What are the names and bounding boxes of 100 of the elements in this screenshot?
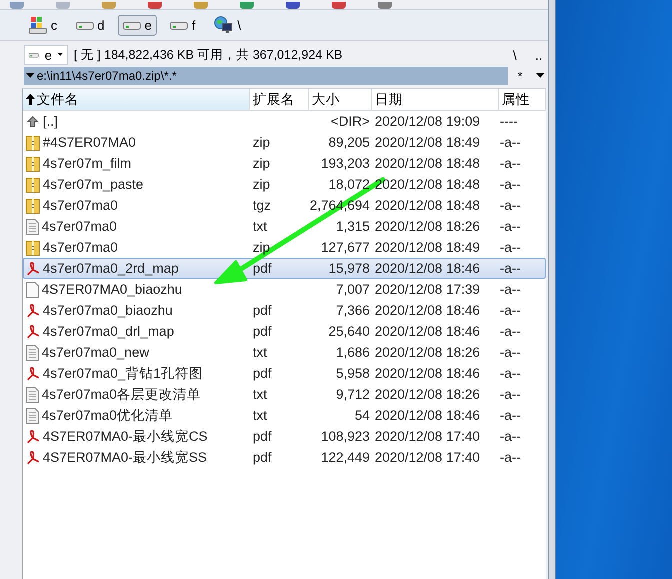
file-row[interactable]: 4s7er07m_film zip 193,203 2020/12/08 18:48 -a--: [23, 153, 546, 174]
file-date: 2020/12/08 17:40: [375, 450, 480, 465]
file-date: 2020/12/08 18:46: [375, 324, 480, 339]
column-header[interactable]: 扩展名: [250, 89, 309, 110]
file-name: 4s7er07ma0_new: [42, 345, 150, 360]
file-size: <DIR>: [330, 114, 370, 129]
file-extension: zip: [253, 240, 270, 255]
drive-icon: [122, 20, 141, 30]
file-size: 5,958: [336, 366, 370, 381]
file-name: 4s7er07ma0各层更改清单: [42, 386, 202, 404]
file-row[interactable]: 4s7er07ma0_biaozhu pdf 7,366 2020/12/08 18:46 -a--: [23, 300, 546, 321]
file-attributes: -a--: [500, 450, 521, 465]
file-extension: pdf: [253, 366, 272, 381]
drive-button[interactable]: f: [164, 14, 201, 36]
dropdown-caret-icon[interactable]: [536, 73, 545, 79]
pdf-icon: [26, 366, 40, 380]
text-file-icon: [26, 344, 39, 360]
file-row[interactable]: 4s7er07ma0_new txt 1,686 2020/12/08 18:26 -a--: [23, 342, 546, 363]
network-globe-icon: [214, 16, 234, 34]
file-attributes: -a--: [500, 240, 521, 255]
file-extension: pdf: [253, 450, 272, 465]
blank-file-icon: [26, 282, 39, 298]
file-row[interactable]: [..] <DIR> 2020/12/08 19:09 ----: [23, 111, 546, 132]
file-attributes: -a--: [500, 261, 521, 276]
column-header[interactable]: 文件名: [23, 89, 250, 110]
file-size: 122,449: [321, 450, 370, 465]
file-size: 18,072: [328, 177, 370, 192]
toolbar-icon[interactable]: [378, 2, 392, 9]
archive-icon: [26, 198, 40, 214]
file-attributes: ----: [500, 114, 518, 129]
file-attributes: -a--: [500, 177, 521, 192]
drive-button[interactable]: d: [70, 14, 110, 36]
file-date: 2020/12/08 18:49: [375, 240, 480, 255]
file-date: 2020/12/08 18:49: [375, 135, 480, 150]
toolbar-icon[interactable]: [148, 2, 162, 9]
dropdown-caret-icon: [58, 52, 63, 58]
file-size: 15,978: [328, 261, 370, 276]
file-row[interactable]: 4s7er07ma0_drl_map pdf 25,640 2020/12/08 18:46 -a--: [23, 321, 546, 342]
archive-icon: [26, 240, 40, 256]
file-attributes: -a--: [500, 429, 521, 444]
file-attributes: -a--: [500, 282, 521, 297]
file-name: 4s7er07ma0_drl_map: [43, 324, 174, 339]
file-size: 9,712: [336, 387, 370, 402]
file-attributes: -a--: [500, 219, 521, 234]
drive-button[interactable]: \: [208, 13, 246, 37]
filter-button[interactable]: *: [511, 68, 530, 84]
file-name: 4s7er07ma0: [43, 240, 118, 255]
file-extension: zip: [253, 156, 270, 171]
file-size: 7,007: [336, 282, 370, 297]
drive-icon: [76, 20, 94, 30]
file-date: 2020/12/08 18:46: [375, 303, 480, 318]
file-extension: tgz: [253, 198, 272, 213]
pdf-icon: [26, 262, 40, 276]
file-extension: pdf: [253, 303, 272, 318]
nav-button[interactable]: \: [506, 48, 524, 62]
file-extension: zip: [253, 135, 270, 150]
file-size: 25,640: [328, 324, 370, 339]
file-attributes: -a--: [500, 324, 521, 339]
file-row[interactable]: 4s7er07ma0_2rd_map pdf 15,978 2020/12/08 18:46 -a--: [23, 258, 546, 279]
file-row[interactable]: 4s7er07ma0 txt 1,315 2020/12/08 18:26 -a--: [23, 216, 546, 237]
file-row[interactable]: 4S7ER07MA0_biaozhu 7,007 2020/12/08 17:39 -a--: [23, 279, 546, 300]
toolbar-icon[interactable]: [332, 2, 346, 9]
file-size: 7,366: [336, 303, 370, 318]
file-name: 4S7ER07MA0-最小线宽SS: [43, 448, 208, 466]
windows-drive-icon: [29, 16, 47, 34]
file-name: 4s7er07ma0: [42, 219, 118, 234]
file-date: 2020/12/08 18:26: [375, 219, 480, 234]
file-name: 4s7er07ma0优化清单: [42, 406, 174, 424]
file-extension: txt: [253, 408, 268, 423]
file-attributes: -a--: [500, 303, 521, 318]
file-row[interactable]: #4S7ER07MA0 zip 89,205 2020/12/08 18:49 -a--: [23, 132, 546, 153]
nav-button[interactable]: ..: [530, 48, 548, 62]
file-row[interactable]: 4s7er07ma0_背钻1孔符图 pdf 5,958 2020/12/08 18:46 -a--: [23, 363, 546, 384]
toolbar-icon[interactable]: [240, 2, 254, 9]
file-row[interactable]: 4S7ER07MA0-最小线宽SS pdf 122,449 2020/12/08 17:40 -a--: [23, 447, 546, 468]
file-name: 4s7er07ma0: [43, 198, 118, 213]
disk-space-text: [ 无 ] 184,822,436 KB 可用，共 367,012,924 KB: [74, 46, 344, 64]
file-size: 127,677: [321, 240, 370, 255]
file-date: 2020/12/08 18:46: [375, 261, 480, 276]
drive-icon: [170, 20, 188, 30]
path-bar[interactable]: e:\in11\4s7er07ma0.zip\*.*: [24, 67, 508, 85]
drive-dropdown[interactable]: e: [24, 45, 68, 65]
file-attributes: -a--: [500, 387, 521, 402]
file-row[interactable]: 4s7er07ma0各层更改清单 txt 9,712 2020/12/08 18:26 -a--: [23, 384, 546, 405]
file-row[interactable]: 4S7ER07MA0-最小线宽CS pdf 108,923 2020/12/08 17:40 -a--: [23, 426, 546, 447]
file-date: 2020/12/08 17:39: [375, 282, 480, 297]
file-size: 54: [354, 408, 370, 423]
toolbar-icon[interactable]: [286, 2, 300, 9]
pdf-icon: [26, 430, 40, 444]
drive-button[interactable]: c: [24, 13, 62, 37]
file-extension: txt: [253, 387, 268, 402]
file-attributes: -a--: [500, 198, 521, 213]
archive-icon: [26, 134, 40, 150]
file-date: 2020/12/08 18:46: [375, 366, 480, 381]
file-row[interactable]: 4s7er07ma0 zip 127,677 2020/12/08 18:49 -a--: [23, 237, 546, 258]
file-row[interactable]: 4s7er07m_paste zip 18,072 2020/12/08 18:48 -a--: [23, 174, 546, 195]
drive-button[interactable]: e: [118, 14, 157, 36]
file-row[interactable]: 4s7er07ma0优化清单 txt 54 2020/12/08 18:46 -a--: [23, 405, 546, 426]
file-extension: txt: [253, 219, 268, 234]
file-name: 4s7er07m_film: [43, 156, 132, 171]
